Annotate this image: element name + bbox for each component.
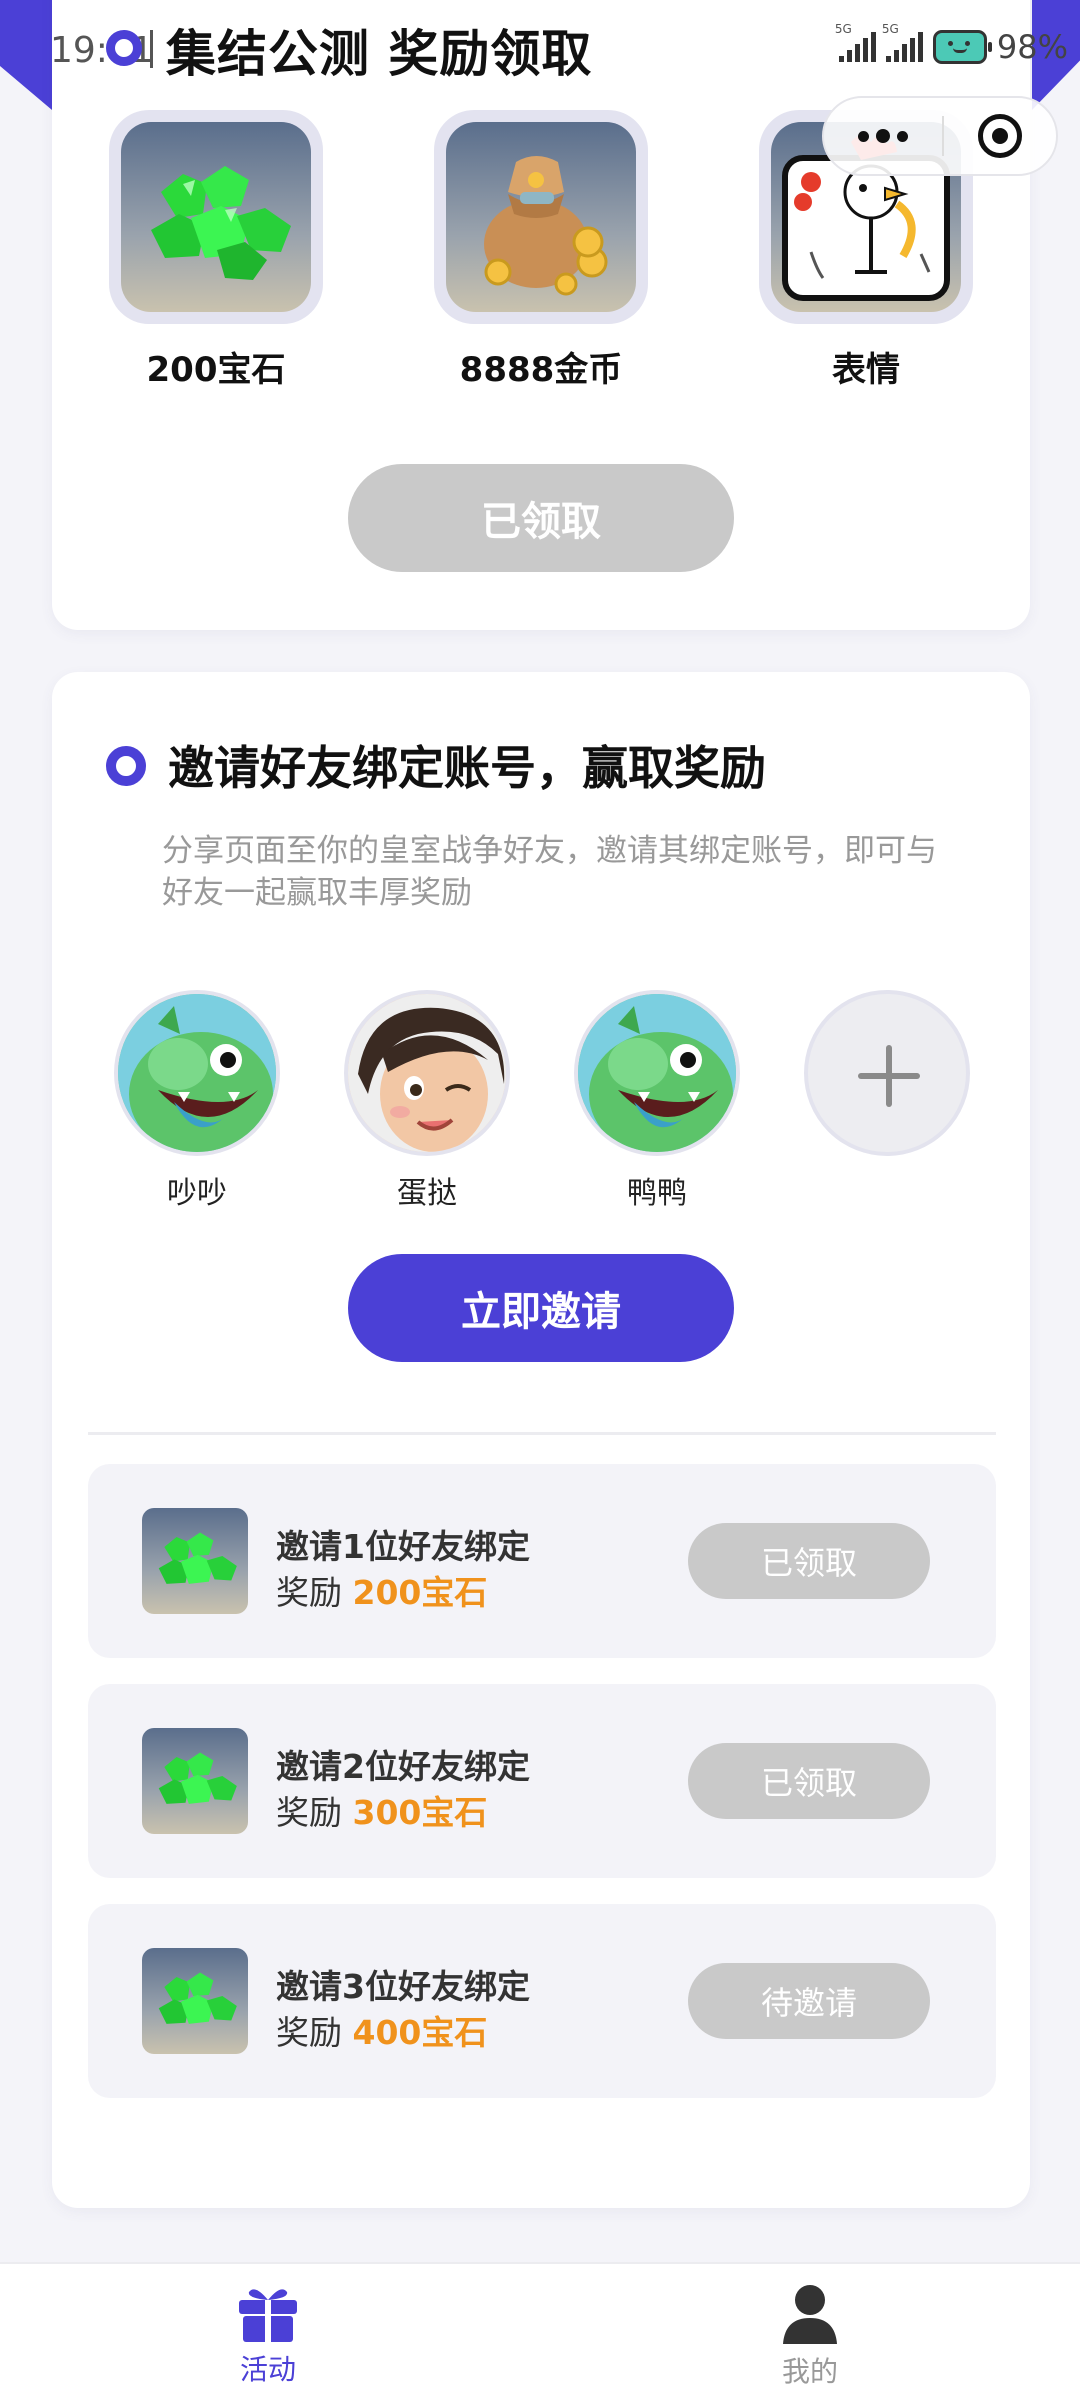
reward-frame bbox=[434, 110, 648, 324]
reward-item-gold: 8888金币 bbox=[431, 110, 651, 391]
reward-label: 200宝石 bbox=[146, 350, 286, 390]
tier-reward-prefix: 奖励 bbox=[276, 2013, 342, 2052]
friend-name: 吵吵 bbox=[167, 1176, 227, 1211]
tier-reward-prefix: 奖励 bbox=[276, 1573, 342, 1612]
title-separator bbox=[150, 30, 153, 68]
page: 200宝石 8888金币 表情 已领取 邀请好友绑定账号，赢取奖励 分享页面至你… bbox=[0, 0, 1080, 2400]
more-icon[interactable] bbox=[824, 98, 942, 174]
section-description: 分享页面至你的皇室战争好友，邀请其绑定账号，即可与好友一起赢取丰厚奖励 bbox=[162, 833, 937, 911]
add-friend-button[interactable] bbox=[802, 990, 972, 1156]
gems-icon bbox=[142, 1508, 248, 1614]
tab-bar: 活动 我的 bbox=[0, 2262, 1080, 2400]
tier-status-button[interactable]: 已领取 bbox=[688, 1743, 930, 1819]
tier-reward-amount: 200宝石 bbox=[352, 1573, 488, 1612]
friend-name: 鸭鸭 bbox=[627, 1176, 687, 1211]
princess-avatar bbox=[344, 990, 510, 1156]
baby-dragon-avatar bbox=[114, 990, 280, 1156]
signal-label: 5G bbox=[881, 22, 899, 36]
status-icons: 5G 5G 98% bbox=[835, 22, 1068, 66]
tier-status-button[interactable]: 已领取 bbox=[688, 1523, 930, 1599]
page-title: 集结公测 奖励领取 bbox=[166, 25, 593, 83]
tab-label: 活动 bbox=[239, 2353, 296, 2386]
friend-item[interactable]: 鸭鸭 bbox=[572, 990, 742, 1212]
baby-dragon-avatar bbox=[574, 990, 740, 1156]
tier-reward: 奖励 200宝石 bbox=[276, 1566, 487, 1614]
gems-icon bbox=[121, 122, 311, 312]
gems-icon bbox=[142, 1948, 248, 2054]
reward-frame bbox=[109, 110, 323, 324]
tier-title: 邀请1位好友绑定 bbox=[276, 1527, 530, 1566]
tier-row: 邀请1位好友绑定 奖励 200宝石 已领取 bbox=[88, 1464, 996, 1658]
close-target-icon[interactable] bbox=[944, 114, 1056, 158]
tier-title: 邀请2位好友绑定 bbox=[276, 1747, 530, 1786]
gold-bag-icon bbox=[446, 122, 636, 312]
tier-row: 邀请3位好友绑定 奖励 400宝石 待邀请 bbox=[88, 1904, 996, 2098]
app-logo-icon bbox=[106, 30, 142, 66]
tier-reward-amount: 400宝石 bbox=[352, 2013, 488, 2052]
battery-level: 98% bbox=[996, 28, 1068, 66]
section-title: 邀请好友绑定账号，赢取奖励 bbox=[168, 741, 766, 795]
signal-icon: 5G bbox=[882, 22, 923, 62]
tier-reward: 奖励 300宝石 bbox=[276, 1786, 487, 1834]
battery-icon bbox=[932, 30, 992, 64]
divider bbox=[88, 1432, 996, 1435]
friend-item[interactable]: 蛋挞 bbox=[342, 990, 512, 1212]
tab-activity[interactable]: 活动 bbox=[188, 2284, 348, 2388]
plus-icon bbox=[804, 990, 970, 1156]
tier-reward: 奖励 400宝石 bbox=[276, 2006, 487, 2054]
reward-item-gems: 200宝石 bbox=[106, 110, 326, 391]
tier-title: 邀请3位好友绑定 bbox=[276, 1967, 530, 2006]
tab-mine[interactable]: 我的 bbox=[730, 2284, 890, 2390]
friend-item[interactable]: 吵吵 bbox=[112, 990, 282, 1212]
invite-button[interactable]: 立即邀请 bbox=[348, 1254, 734, 1362]
tier-row: 邀请2位好友绑定 奖励 300宝石 已领取 bbox=[88, 1684, 996, 1878]
signal-label: 5G bbox=[834, 22, 852, 36]
signal-icon: 5G bbox=[835, 22, 876, 62]
person-icon bbox=[781, 2284, 839, 2344]
gems-icon bbox=[142, 1728, 248, 1834]
claimed-button[interactable]: 已领取 bbox=[348, 464, 734, 572]
invite-card: 邀请好友绑定账号，赢取奖励 分享页面至你的皇室战争好友，邀请其绑定账号，即可与好… bbox=[52, 672, 1030, 2208]
section-dot-icon bbox=[106, 746, 146, 786]
tier-reward-prefix: 奖励 bbox=[276, 1793, 342, 1832]
tier-reward-amount: 300宝石 bbox=[352, 1793, 488, 1832]
gift-icon bbox=[237, 2284, 299, 2342]
friend-name: 蛋挞 bbox=[397, 1176, 457, 1211]
tier-status-button[interactable]: 待邀请 bbox=[688, 1963, 930, 2039]
reward-label: 表情 bbox=[832, 350, 900, 390]
tab-label: 我的 bbox=[781, 2355, 838, 2388]
reward-label: 8888金币 bbox=[459, 350, 623, 390]
mini-program-capsule bbox=[822, 96, 1058, 176]
